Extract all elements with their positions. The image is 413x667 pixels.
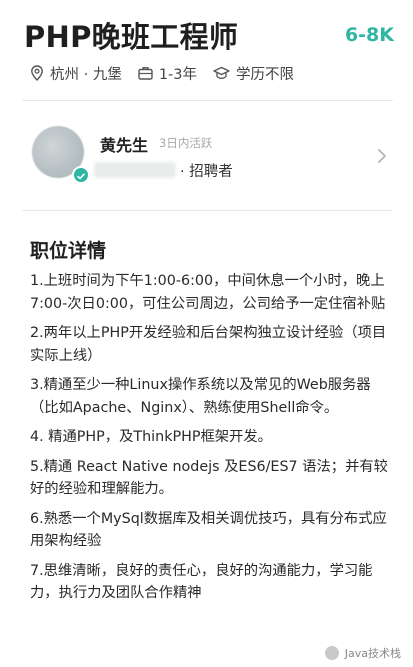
recruiter-role: · 招聘者 [180,164,233,180]
divider [22,100,393,101]
briefcase-icon [138,67,153,80]
chevron-right-icon[interactable] [377,148,387,164]
location-text: 杭州 · 九堡 [50,66,122,83]
divider [22,210,393,211]
location-icon [31,65,43,81]
description-item: 6.熟悉一个MySql数据库及相关调优技巧，具有分布式应用架构经验 [30,510,387,550]
watermark-text: Java技术栈 [344,647,401,660]
salary: 6-8K [344,24,394,46]
recruiter-company-blurred [94,162,176,178]
recruiter-name: 黄先生 [100,136,149,155]
description-item: 7.思维清晰，良好的责任心，良好的沟通能力，学习能力，执行力及团队合作精神 [30,562,373,602]
graduation-cap-icon [213,66,230,79]
job-title: PHP晚班工程师 [24,20,239,54]
job-meta: 杭州 · 九堡 1-3年 学历不限 [30,60,310,86]
verified-icon [72,166,90,184]
job-description: 1.上班时间为下午1:00-6:00，中间休息一个小时，晚上7:00-次日0:0… [30,270,392,612]
location-item: 杭州 · 九堡 [30,63,122,84]
education-item: 学历不限 [213,63,294,84]
description-item: 1.上班时间为下午1:00-6:00，中间休息一个小时，晚上7:00-次日0:0… [30,273,386,312]
recruiter-active-status: 3日内活跃 [159,136,213,150]
description-item: 5.精通 React Native nodejs 及ES6/ES7 语法；并有较… [30,458,388,498]
experience-item: 1-3年 [138,63,197,84]
description-item: 3.精通至少一种Linux操作系统以及常见的Web服务器（比如Apache、Ng… [30,377,371,416]
experience-text: 1-3年 [158,66,198,83]
description-item: 2.两年以上PHP开发经验和后台架构独立设计经验（项目实际上线） [30,325,387,364]
job-header: PHP晚班工程师 6-8K [24,14,394,58]
recruiter-card[interactable]: 黄先生 3日内活跃 · 招聘者 [22,110,393,210]
education-text: 学历不限 [236,66,295,83]
wechat-logo-icon [324,646,339,660]
watermark: Java技术栈 [324,645,401,661]
description-item: 4. 精通PHP，及ThinkPHP框架开发。 [30,429,272,445]
section-title: 职位详情 [30,240,107,262]
